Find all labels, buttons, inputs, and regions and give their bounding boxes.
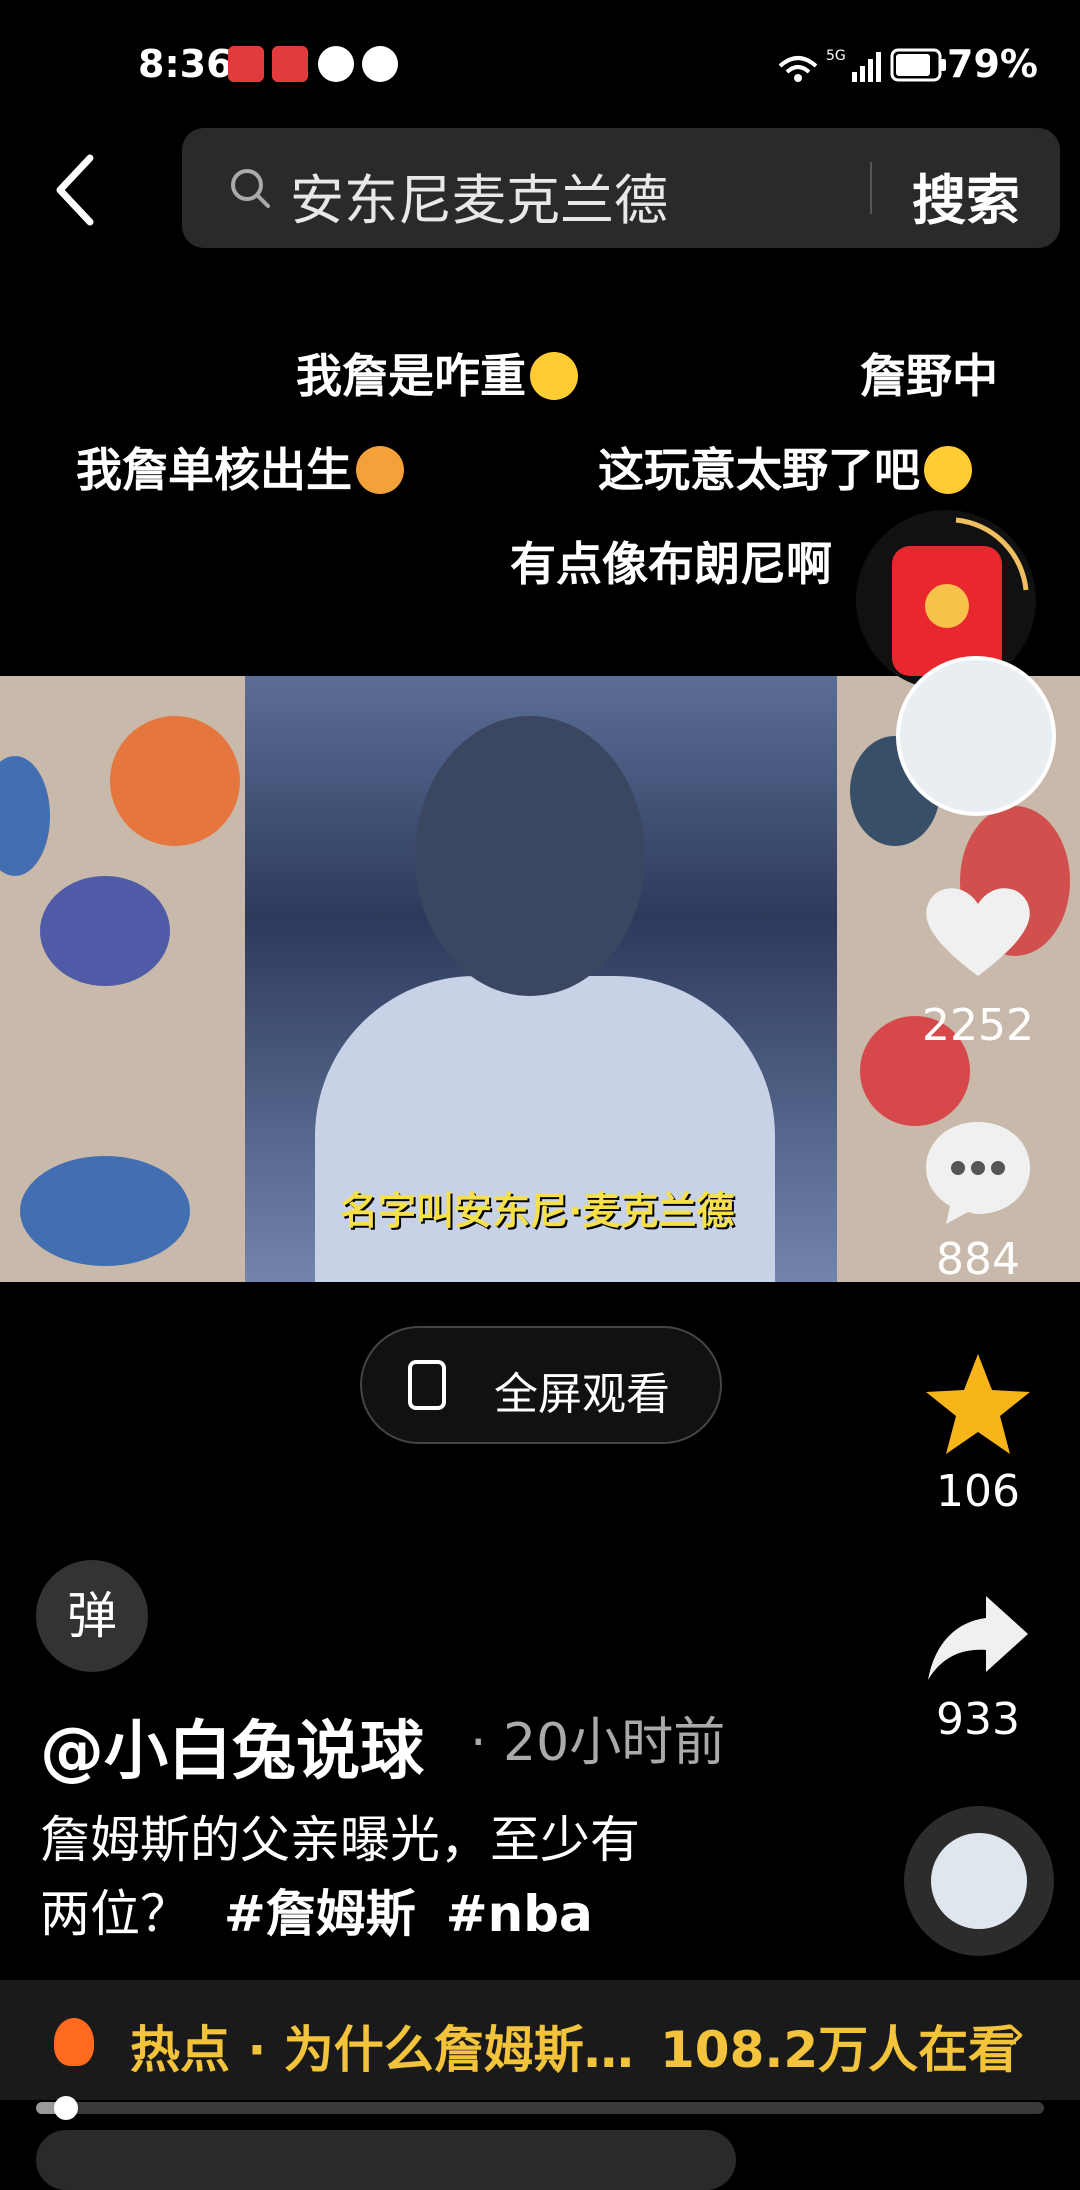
search-bar[interactable]: 安东尼麦克兰德 搜索 — [182, 128, 1060, 248]
comment-input-pill[interactable] — [36, 2130, 736, 2190]
share-arrow-icon[interactable] — [924, 1590, 1032, 1686]
status-bar: 8:36 5G 79% — [0, 0, 1080, 120]
danmaku-comment: 詹野中 — [860, 349, 998, 403]
heart-icon[interactable] — [920, 880, 1036, 980]
search-divider — [870, 162, 872, 214]
description-text: 两位？ — [40, 1885, 190, 1943]
progress-handle[interactable] — [54, 2096, 78, 2120]
emoji-icon — [530, 352, 578, 400]
audio-icon — [362, 46, 398, 82]
rotate-phone-icon — [408, 1360, 446, 1410]
music-disc[interactable] — [904, 1806, 1054, 1956]
video-progress-bar[interactable] — [36, 2096, 1044, 2120]
post-description: 詹姆斯的父亲曝光，至少有 — [40, 1811, 640, 1869]
video-caption: 名字叫安东尼·麦克兰德 — [340, 1189, 735, 1233]
danmaku-toggle-button[interactable]: 弹 — [36, 1560, 148, 1672]
author-avatar[interactable] — [896, 656, 1056, 816]
share-count: 933 — [936, 1694, 1020, 1745]
hot-topic-text: 热点 · 为什么詹姆斯… — [130, 2021, 634, 2079]
hashtag-link[interactable]: #詹姆斯 — [224, 1885, 416, 1943]
status-time: 8:36 — [138, 42, 233, 86]
danmaku-comment: 我詹单核出生 — [76, 434, 404, 500]
team-logo — [40, 876, 170, 986]
team-logo — [110, 716, 240, 846]
chevron-left-icon — [56, 154, 94, 226]
hot-topic-bar[interactable]: 热点 · 为什么詹姆斯… 108.2万人在看 › — [0, 1980, 1080, 2100]
danmaku-comment: 有点像布朗尼啊 — [510, 537, 832, 591]
search-icon — [231, 169, 270, 208]
chat-bubble-icon — [318, 46, 354, 82]
music-cover-avatar — [931, 1833, 1027, 1929]
battery-icon — [890, 48, 946, 82]
hashtag-link[interactable]: #nba — [446, 1885, 593, 1943]
player-jersey — [315, 976, 775, 1282]
emoji-icon — [924, 446, 972, 494]
star-icon[interactable] — [922, 1350, 1034, 1458]
network-type: 5G — [826, 48, 846, 64]
viewer-count: 108.2万人在看 — [660, 2021, 1019, 2079]
player-head — [415, 716, 645, 996]
comment-count: 884 — [936, 1234, 1020, 1285]
emoji-icon — [356, 446, 404, 494]
chevron-right-icon: › — [1006, 2004, 1026, 2062]
favorite-count: 106 — [936, 1466, 1020, 1517]
team-logo — [0, 756, 50, 876]
notification-app-icon — [272, 46, 308, 82]
battery-percent: 79% — [947, 42, 1038, 86]
back-button[interactable] — [50, 150, 120, 230]
flame-icon — [54, 2018, 94, 2066]
team-logo — [20, 1156, 190, 1266]
comment-icon[interactable] — [920, 1116, 1036, 1226]
danmaku-comment: 这玩意太野了吧 — [598, 434, 972, 500]
search-button[interactable]: 搜索 — [912, 156, 1020, 235]
search-input[interactable]: 安东尼麦克兰德 — [290, 156, 668, 235]
notification-app-icon — [228, 46, 264, 82]
post-time: · 20小时前 — [470, 1713, 726, 1773]
author-name[interactable]: @小白兔说球 — [40, 1700, 424, 1792]
danmaku-comment: 我詹是咋重 — [296, 340, 578, 406]
fullscreen-button[interactable]: 全屏观看 — [360, 1326, 722, 1444]
post-description-line2: 两位？ #詹姆斯 #nba — [40, 1874, 593, 1946]
fullscreen-label: 全屏观看 — [494, 1369, 670, 1420]
like-count: 2252 — [922, 1000, 1034, 1051]
